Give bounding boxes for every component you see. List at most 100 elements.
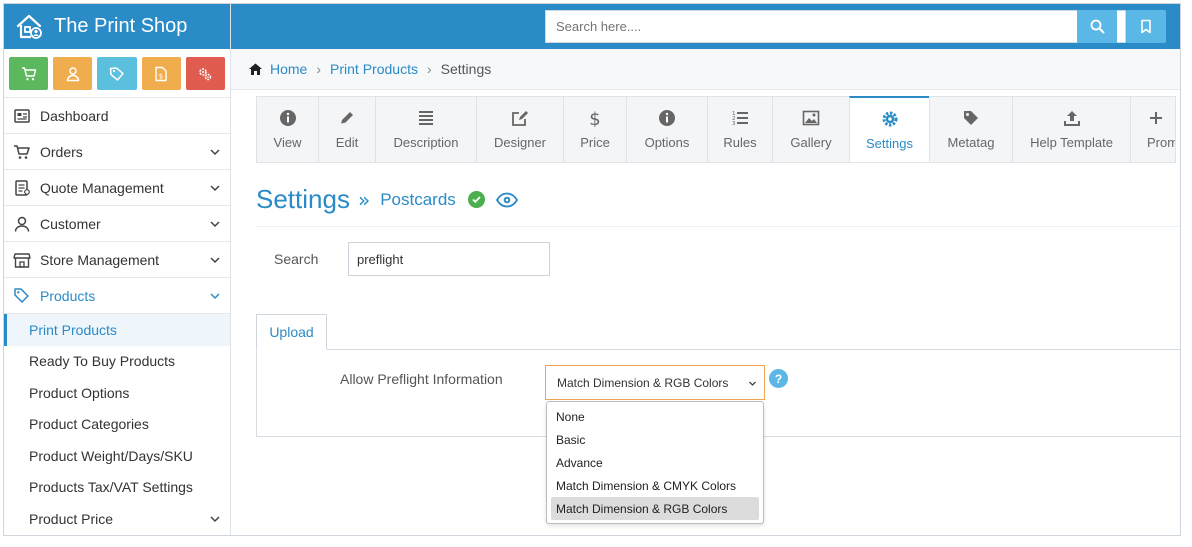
double-chevron-right-icon: » bbox=[357, 187, 371, 212]
user-icon bbox=[66, 66, 80, 81]
check-circle-icon bbox=[467, 191, 485, 208]
sidebar-item-orders[interactable]: Orders bbox=[4, 134, 230, 170]
svg-text:$: $ bbox=[589, 109, 600, 127]
app-title: The Print Shop bbox=[54, 15, 188, 37]
page-title: Settings bbox=[256, 184, 350, 214]
tab-view[interactable]: View bbox=[256, 96, 318, 163]
tab-description[interactable]: Description bbox=[375, 96, 476, 163]
dropdown-option[interactable]: Basic bbox=[547, 428, 763, 451]
search-input[interactable] bbox=[546, 11, 1125, 42]
tab-label: Options bbox=[644, 135, 690, 150]
tab-edit[interactable]: Edit bbox=[318, 96, 375, 163]
tab-designer[interactable]: Designer bbox=[476, 96, 563, 163]
page-heading: Settings » Postcards bbox=[256, 184, 518, 215]
chevron-down-icon bbox=[749, 381, 756, 386]
submenu-item-products-tax[interactable]: Products Tax/VAT Settings bbox=[4, 472, 230, 504]
dropdown-option-selected[interactable]: Match Dimension & RGB Colors bbox=[551, 497, 759, 520]
submenu-item-product-weight[interactable]: Product Weight/Days/SKU bbox=[4, 440, 230, 472]
submenu-item-label: Product Weight/Days/SKU bbox=[29, 447, 193, 464]
store-icon bbox=[13, 251, 31, 269]
home-icon bbox=[249, 63, 262, 75]
sidebar-item-label: Store Management bbox=[40, 251, 160, 268]
svg-text:$: $ bbox=[159, 72, 163, 80]
quick-settings-button[interactable] bbox=[185, 57, 226, 90]
tab-gallery[interactable]: Gallery bbox=[772, 96, 849, 163]
image-icon bbox=[802, 110, 820, 126]
help-icon[interactable]: ? bbox=[769, 369, 788, 388]
submenu-item-label: Products Tax/VAT Settings bbox=[29, 479, 193, 496]
gears-icon bbox=[199, 67, 212, 80]
user-icon bbox=[13, 215, 31, 233]
quick-actions: $ bbox=[4, 49, 230, 98]
sidebar-item-products[interactable]: Products bbox=[4, 278, 230, 314]
dropdown-option[interactable]: Advance bbox=[547, 451, 763, 474]
preflight-field-label: Allow Preflight Information bbox=[340, 371, 503, 387]
sidebar-item-customer[interactable]: Customer bbox=[4, 206, 230, 242]
preflight-dropdown-list: None Basic Advance Match Dimension & CMY… bbox=[546, 401, 764, 524]
chevron-down-icon bbox=[210, 256, 220, 263]
divider bbox=[256, 226, 1180, 227]
tab-label: View bbox=[273, 135, 302, 150]
chevron-down-icon bbox=[210, 292, 220, 299]
tab-help-template[interactable]: Help Template bbox=[1012, 96, 1130, 163]
preflight-select-value: Match Dimension & RGB Colors bbox=[557, 375, 729, 390]
tab-settings[interactable]: Settings bbox=[849, 96, 929, 163]
chevron-down-icon bbox=[210, 184, 220, 191]
tab-options[interactable]: Options bbox=[626, 96, 707, 163]
tab-label: Rules bbox=[723, 135, 757, 150]
cart-icon bbox=[21, 66, 36, 80]
breadcrumb-print-products-link[interactable]: Print Products bbox=[330, 61, 418, 77]
quick-tag-button[interactable] bbox=[97, 57, 137, 90]
preflight-select[interactable]: Match Dimension & RGB Colors bbox=[545, 365, 765, 400]
tab-price[interactable]: $ Price bbox=[563, 96, 626, 163]
settings-search-input[interactable] bbox=[348, 242, 550, 276]
tab-label: Designer bbox=[493, 135, 547, 150]
bookmark-icon bbox=[1141, 19, 1151, 34]
dollar-icon: $ bbox=[589, 109, 600, 127]
submenu-item-product-options[interactable]: Product Options bbox=[4, 377, 230, 409]
submenu-item-print-products[interactable]: Print Products bbox=[4, 314, 230, 346]
dashboard-icon bbox=[13, 107, 31, 125]
tab-promo[interactable]: Promo bbox=[1130, 96, 1176, 163]
file-dollar-icon: $ bbox=[155, 66, 167, 81]
store-home-icon bbox=[16, 14, 42, 39]
info-icon bbox=[659, 110, 675, 126]
sidebar-item-label: Quote Management bbox=[40, 179, 164, 196]
sidebar-item-dashboard[interactable]: Dashboard bbox=[4, 98, 230, 134]
product-tabs: View Edit Description Designer $ Price O… bbox=[256, 96, 1176, 163]
sidebar-item-label: Customer bbox=[40, 215, 101, 232]
app-frame: The Print Shop $ Dashboard Orders Quote … bbox=[3, 3, 1181, 536]
top-bar bbox=[231, 4, 1180, 49]
submenu-item-label: Product Options bbox=[29, 384, 130, 401]
tab-label: Metatag bbox=[947, 135, 995, 150]
dropdown-option[interactable]: Match Dimension & CMYK Colors bbox=[547, 474, 763, 497]
chevron-down-icon bbox=[210, 148, 220, 155]
submenu-item-label: Product Price bbox=[29, 510, 114, 527]
sidebar-item-quote-management[interactable]: Quote Management bbox=[4, 170, 230, 206]
submenu-item-ready-to-buy[interactable]: Ready To Buy Products bbox=[4, 346, 230, 378]
tab-label: Gallery bbox=[790, 135, 832, 150]
quick-invoice-button[interactable]: $ bbox=[141, 57, 181, 90]
bookmark-button[interactable] bbox=[1126, 10, 1166, 43]
brand-header[interactable]: The Print Shop bbox=[4, 4, 230, 49]
info-icon bbox=[279, 110, 296, 126]
tab-label: Settings bbox=[866, 135, 913, 151]
tab-label: Promo bbox=[1147, 135, 1175, 150]
tab-metatag[interactable]: Metatag bbox=[929, 96, 1012, 163]
breadcrumb-separator: › bbox=[426, 61, 432, 77]
eye-icon[interactable] bbox=[495, 192, 518, 208]
dropdown-option[interactable]: None bbox=[547, 405, 763, 428]
tab-upload[interactable]: Upload bbox=[256, 314, 327, 350]
quick-cart-button[interactable] bbox=[9, 57, 49, 90]
breadcrumb-home-link[interactable]: Home bbox=[270, 61, 307, 77]
search-button[interactable] bbox=[1077, 10, 1117, 43]
search-icon bbox=[1090, 19, 1104, 34]
submenu-item-label: Ready To Buy Products bbox=[29, 353, 176, 370]
sidebar-item-store-management[interactable]: Store Management bbox=[4, 242, 230, 278]
quick-user-button[interactable] bbox=[53, 57, 93, 90]
tab-rules[interactable]: 123 Rules bbox=[707, 96, 772, 163]
chevron-down-icon bbox=[210, 516, 220, 522]
submenu-item-product-categories[interactable]: Product Categories bbox=[4, 409, 230, 441]
chevron-down-icon bbox=[210, 220, 220, 227]
submenu-item-product-price[interactable]: Product Price bbox=[4, 503, 230, 535]
